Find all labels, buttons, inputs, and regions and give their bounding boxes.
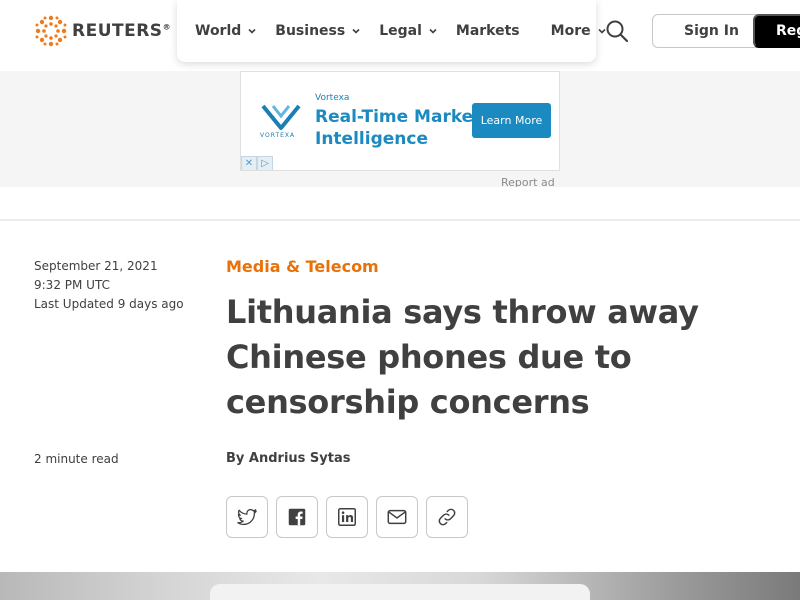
share-buttons: [226, 496, 468, 538]
share-link-button[interactable]: [426, 496, 468, 538]
site-header: REUTERS® World Business Legal Markets Mo…: [0, 0, 800, 71]
share-facebook-button[interactable]: [276, 496, 318, 538]
register-button[interactable]: Register: [753, 14, 800, 48]
nav-label: World: [195, 23, 242, 39]
chevron-down-icon: [352, 28, 360, 34]
ad-headline: Real-Time Market Intelligence: [315, 106, 482, 150]
main-nav: World Business Legal Markets More: [177, 0, 606, 62]
publish-date: September 21, 2021: [34, 259, 158, 273]
share-twitter-button[interactable]: [226, 496, 268, 538]
spacer: [0, 187, 800, 220]
share-email-button[interactable]: [376, 496, 418, 538]
ad-headline-line: Real-Time Market: [315, 107, 482, 127]
ad-headline-line: Intelligence: [315, 129, 428, 149]
share-linkedin-button[interactable]: [326, 496, 368, 538]
ad-brand: Vortexa: [315, 93, 350, 103]
ad-banner[interactable]: VORTEXA Vortexa Real-Time Market Intelli…: [240, 71, 560, 171]
email-icon: [387, 509, 407, 525]
ad-learn-more-button[interactable]: Learn More: [472, 103, 551, 138]
nav-label: Legal: [379, 23, 422, 39]
nav-label: More: [550, 23, 591, 39]
nav-item-legal[interactable]: Legal: [361, 0, 438, 62]
publish-time: 9:32 PM UTC: [34, 278, 110, 292]
divider: [0, 219, 800, 221]
logo-wordmark: REUTERS®: [72, 21, 172, 41]
twitter-icon: [237, 508, 257, 526]
hero-image: [0, 572, 800, 600]
ad-banner-area: VORTEXA Vortexa Real-Time Market Intelli…: [0, 71, 800, 189]
hero-image-highlight: [210, 584, 590, 600]
last-updated: Last Updated 9 days ago: [34, 297, 184, 311]
article-headline: Lithuania says throw away Chinese phones…: [226, 293, 699, 421]
nav-item-more[interactable]: More: [536, 0, 607, 62]
byline[interactable]: By Andrius Sytas: [226, 451, 350, 466]
reuters-logo-icon: [35, 15, 67, 47]
chevron-down-icon: [248, 28, 256, 34]
read-time: 2 minute read: [34, 452, 119, 466]
facebook-icon: [288, 508, 306, 526]
reuters-logo[interactable]: REUTERS®: [34, 15, 171, 47]
article-meta: September 21, 2021 9:32 PM UTC Last Upda…: [34, 257, 184, 314]
nav-item-markets[interactable]: Markets: [438, 0, 520, 62]
section-link[interactable]: Media & Telecom: [226, 257, 379, 276]
nav-item-business[interactable]: Business: [257, 0, 361, 62]
search-icon[interactable]: [604, 18, 630, 44]
nav-item-world[interactable]: World: [177, 0, 257, 62]
ad-logo-text: VORTEXA: [260, 132, 296, 139]
ad-choices[interactable]: ✕ ▷: [241, 156, 273, 170]
nav-label: Business: [275, 23, 346, 39]
nav-label: Markets: [455, 23, 520, 39]
close-icon[interactable]: ✕: [241, 156, 257, 170]
chevron-down-icon: [429, 28, 437, 34]
linkedin-icon: [338, 508, 356, 526]
link-icon: [438, 508, 456, 526]
ad-choices-icon[interactable]: ▷: [257, 156, 273, 170]
